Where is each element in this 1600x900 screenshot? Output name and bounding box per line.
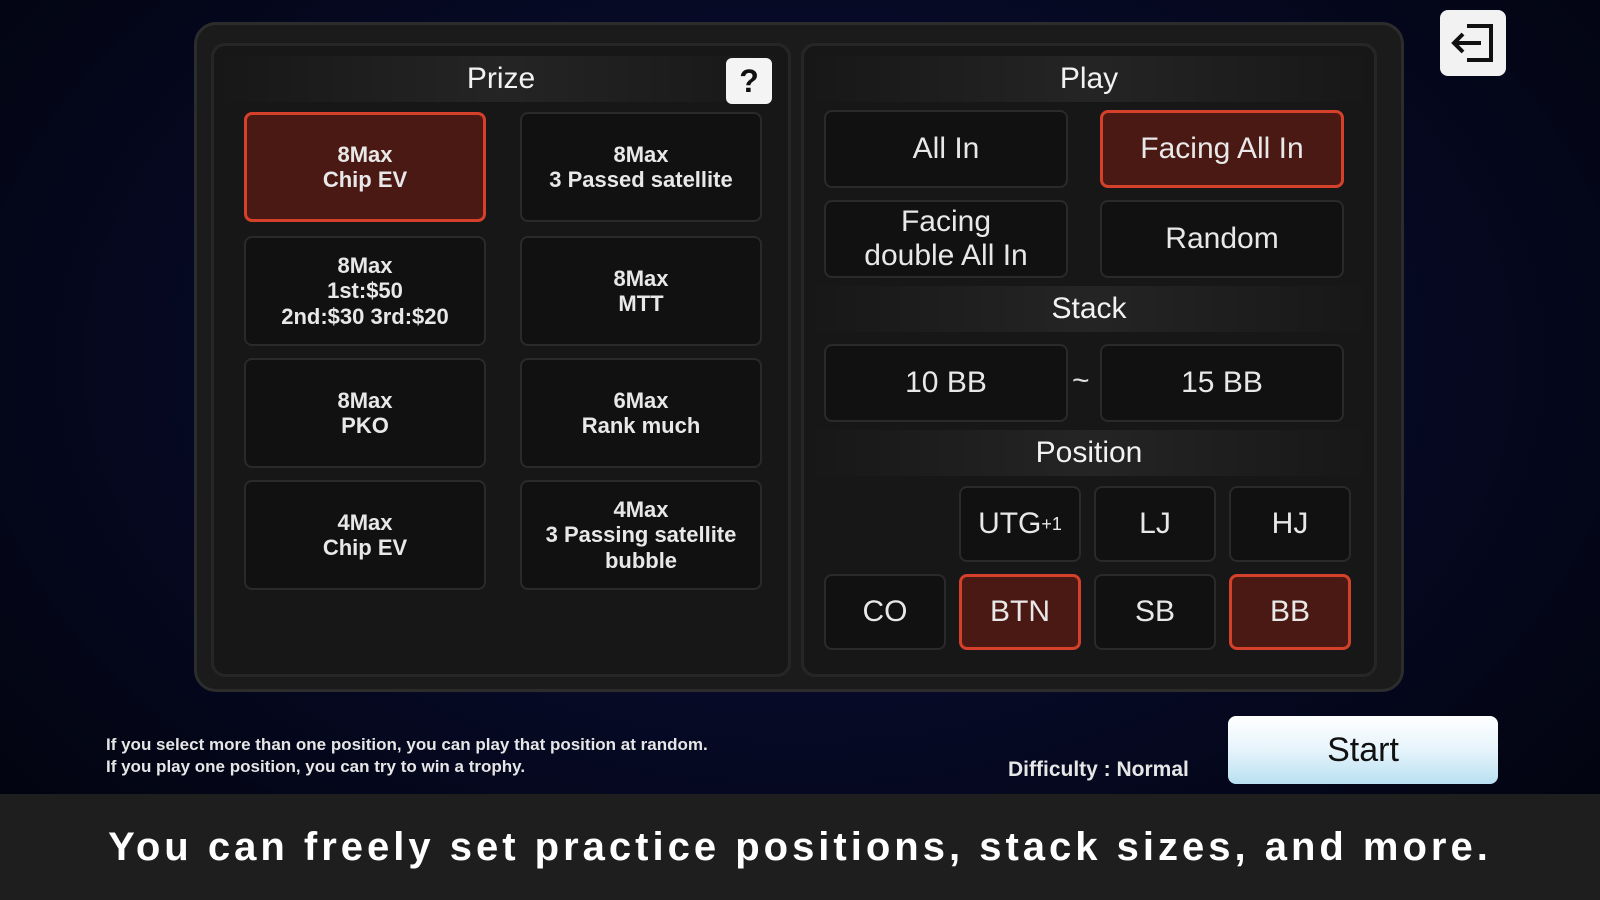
play-option-facing-double-all-in[interactable]: Facing double All In — [824, 200, 1068, 278]
play-option-random[interactable]: Random — [1100, 200, 1344, 278]
exit-door-arrow-icon — [1451, 24, 1493, 62]
prize-option-8max-pko[interactable]: 8Max PKO — [244, 358, 486, 468]
help-button[interactable]: ? — [726, 58, 772, 104]
play-title: Play — [804, 56, 1374, 102]
exit-button[interactable] — [1440, 10, 1506, 76]
prize-option-8max-payout[interactable]: 8Max 1st:$50 2nd:$30 3rd:$20 — [244, 236, 486, 346]
position-hint-line-2: If you play one position, you can try to… — [106, 757, 526, 776]
settings-board: Prize ? 8Max Chip EV 8Max 3 Passed satel… — [194, 22, 1404, 692]
position-hint: If you select more than one position, yo… — [106, 734, 708, 778]
prize-option-6max-rank-much[interactable]: 6Max Rank much — [520, 358, 762, 468]
stack-min-selector[interactable]: 10 BB — [824, 344, 1068, 422]
position-title: Position — [804, 430, 1374, 476]
stack-title: Stack — [804, 286, 1374, 332]
position-lj[interactable]: LJ — [1094, 486, 1216, 562]
position-utg1-label: UTG — [978, 506, 1042, 540]
position-sb[interactable]: SB — [1094, 574, 1216, 650]
stack-range-separator: ~ — [1072, 364, 1090, 397]
play-option-facing-all-in[interactable]: Facing All In — [1100, 110, 1344, 188]
position-utg1-suffix: +1 — [1041, 513, 1062, 534]
position-hint-line-1: If you select more than one position, yo… — [106, 735, 708, 754]
prize-option-4max-3-passing-satellite-bubble[interactable]: 4Max 3 Passing satellite bubble — [520, 480, 762, 590]
prize-option-8max-chip-ev[interactable]: 8Max Chip EV — [244, 112, 486, 222]
position-btn[interactable]: BTN — [959, 574, 1081, 650]
prize-title: Prize — [214, 56, 788, 102]
prize-panel: Prize ? 8Max Chip EV 8Max 3 Passed satel… — [211, 43, 791, 677]
position-co[interactable]: CO — [824, 574, 946, 650]
start-button[interactable]: Start — [1228, 716, 1498, 784]
position-hj[interactable]: HJ — [1229, 486, 1351, 562]
prize-option-8max-3-passed-satellite[interactable]: 8Max 3 Passed satellite — [520, 112, 762, 222]
play-panel: Play All In Facing All In Facing double … — [801, 43, 1377, 677]
promo-caption: You can freely set practice positions, s… — [0, 794, 1600, 900]
stack-max-selector[interactable]: 15 BB — [1100, 344, 1344, 422]
position-bb[interactable]: BB — [1229, 574, 1351, 650]
position-utg1[interactable]: UTG +1 — [959, 486, 1081, 562]
play-option-all-in[interactable]: All In — [824, 110, 1068, 188]
prize-option-4max-chip-ev[interactable]: 4Max Chip EV — [244, 480, 486, 590]
prize-option-8max-mtt[interactable]: 8Max MTT — [520, 236, 762, 346]
difficulty-label: Difficulty : Normal — [1008, 758, 1189, 781]
